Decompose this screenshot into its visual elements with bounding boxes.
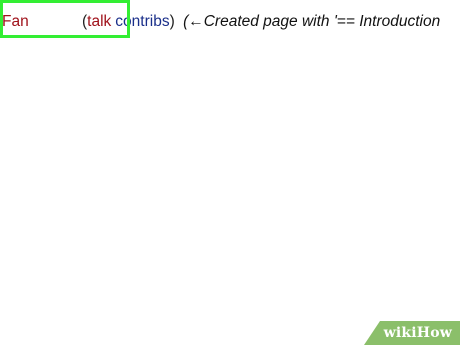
watermark-logo-text: wikiHow <box>383 325 452 341</box>
talk-link[interactable]: talk <box>87 13 111 30</box>
summary-text: Created page with '== Introduction <box>203 13 441 30</box>
edit-summary: (←Created page with '== Introduction <box>183 13 440 30</box>
wikihow-watermark: wikiHow <box>364 321 460 345</box>
user-link[interactable]: Fan <box>2 12 82 32</box>
summary-arrow: ← <box>188 13 204 30</box>
history-entry-line: Fan (talk contribs) (←Created page with '=… <box>2 12 440 32</box>
close-paren: ) <box>169 13 175 30</box>
contribs-link[interactable]: contribs <box>115 13 169 30</box>
